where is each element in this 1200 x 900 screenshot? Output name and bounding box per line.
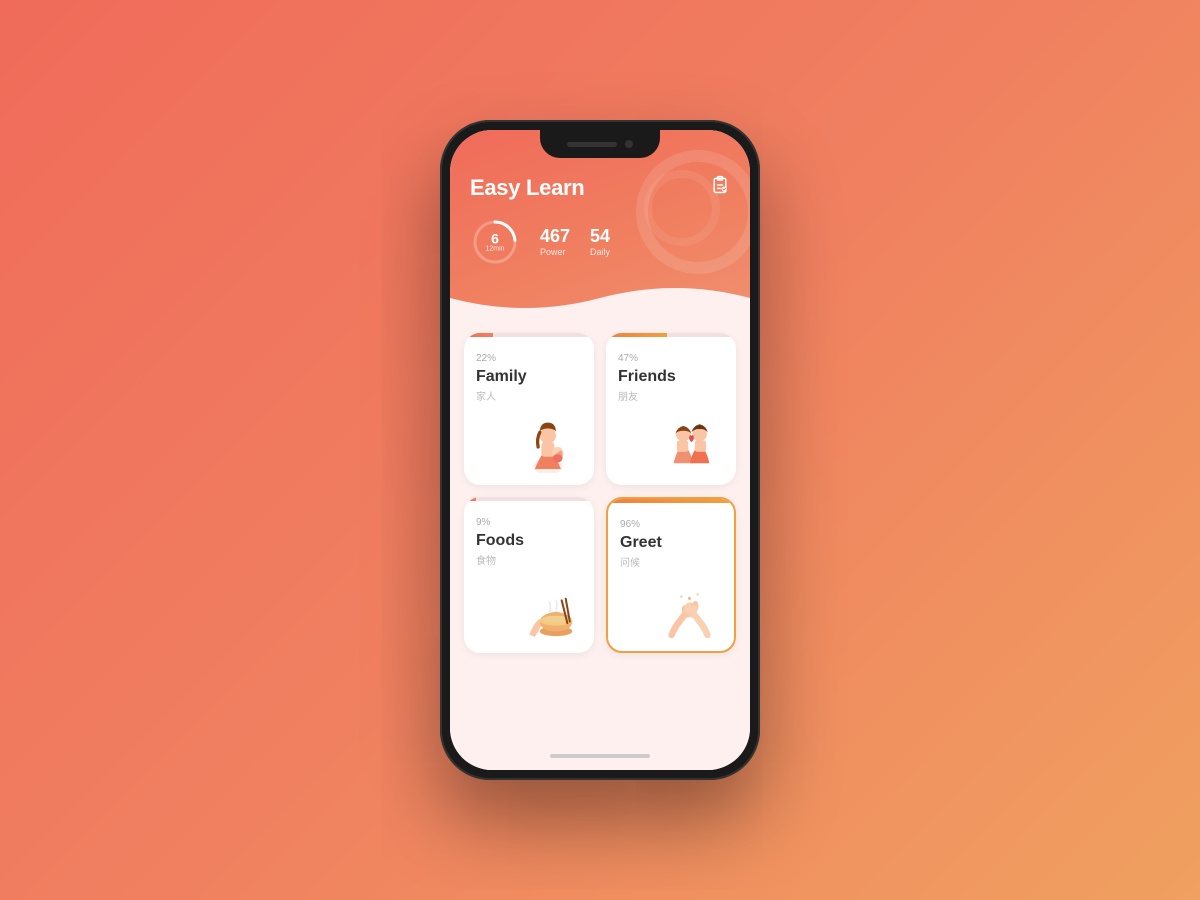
cards-grid: 22% Family 家人 — [450, 317, 750, 746]
app-header: Easy Learn — [450, 130, 750, 317]
speaker — [567, 142, 617, 147]
progress-bg-foods — [464, 497, 594, 501]
title-friends: Friends — [618, 368, 724, 386]
percent-friends: 47% — [618, 353, 724, 364]
title-family: Family — [476, 368, 582, 386]
title-greet: Greet — [620, 534, 722, 552]
progress-bar-friends — [606, 333, 667, 337]
card-friends[interactable]: 47% Friends 朋友 — [606, 333, 736, 485]
percent-family: 22% — [476, 353, 582, 364]
subtitle-foods: 食物 — [476, 552, 582, 567]
daily-label: Daily — [590, 247, 610, 257]
illustration-greet — [620, 569, 722, 639]
percent-foods: 9% — [476, 517, 582, 528]
phone-screen: Easy Learn — [450, 130, 750, 770]
timer-circle: 6 12min — [470, 217, 520, 267]
power-label: Power — [540, 247, 566, 257]
progress-bar-family — [464, 333, 493, 337]
stats-row: 6 12min 467 Power 54 Daily — [470, 217, 730, 267]
card-greet[interactable]: 96% Greet 问候 — [606, 497, 736, 653]
power-stat: 467 Power — [540, 227, 570, 257]
timer-label: 12min — [485, 246, 504, 253]
camera — [625, 140, 633, 148]
illustration-friends — [618, 403, 724, 473]
power-value: 467 — [540, 227, 570, 245]
illustration-foods — [476, 571, 582, 641]
daily-stat: 54 Daily — [590, 227, 610, 257]
home-bar — [550, 754, 650, 758]
percent-greet: 96% — [620, 519, 722, 530]
phone-notch — [540, 130, 660, 158]
progress-bar-foods — [464, 497, 476, 501]
title-foods: Foods — [476, 532, 582, 550]
progress-bar-greet — [608, 499, 729, 503]
home-indicator-area — [450, 746, 750, 770]
phone-frame: Easy Learn — [440, 120, 760, 780]
subtitle-family: 家人 — [476, 388, 582, 403]
card-foods[interactable]: 9% Foods 食物 — [464, 497, 594, 653]
subtitle-friends: 朋友 — [618, 388, 724, 403]
app-title: Easy Learn — [470, 175, 584, 201]
timer-value: 6 — [485, 232, 504, 246]
daily-value: 54 — [590, 227, 610, 245]
card-family[interactable]: 22% Family 家人 — [464, 333, 594, 485]
clipboard-icon[interactable] — [710, 175, 730, 200]
subtitle-greet: 问候 — [620, 554, 722, 569]
illustration-family — [476, 403, 582, 473]
